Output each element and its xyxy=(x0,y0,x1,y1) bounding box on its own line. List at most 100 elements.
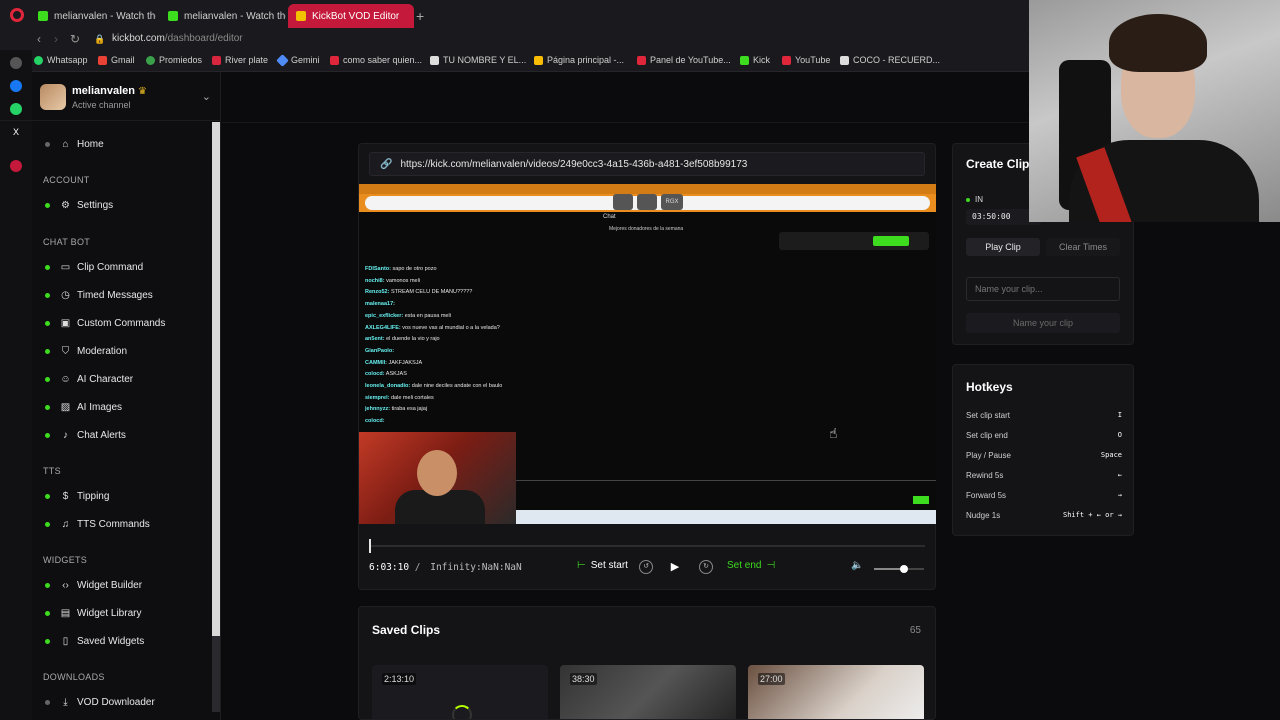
status-dot xyxy=(45,202,50,208)
bookmark-youtube[interactable]: YouTube xyxy=(782,55,830,65)
sidebar-item-ai-images[interactable]: ▨ AI Images xyxy=(45,398,122,416)
sidebar-item-widget-library[interactable]: ▤ Widget Library xyxy=(45,604,141,622)
sidebar-item-moderation[interactable]: ⛉ Moderation xyxy=(45,342,127,360)
bookmark-gemini[interactable]: Gemini xyxy=(276,53,320,67)
bookmark-gmail[interactable]: Gmail xyxy=(98,55,135,65)
bookmark-whatsapp[interactable]: Whatsapp xyxy=(34,55,88,65)
bookmark-promiedos[interactable]: Promiedos xyxy=(146,55,202,65)
browser-tab-2[interactable]: melianvalen - Watch the V xyxy=(160,4,286,28)
volume-slider[interactable] xyxy=(874,565,924,573)
chat-username: CAMMII: xyxy=(365,359,387,366)
bookmark-river-plate[interactable]: River plate xyxy=(212,55,268,65)
sidebar-item-chat-alerts[interactable]: ♪ Chat Alerts xyxy=(45,426,126,444)
reload-icon[interactable]: ↻ xyxy=(70,32,80,46)
clear-times-button[interactable]: Clear Times xyxy=(1046,238,1120,256)
timeline-playhead[interactable] xyxy=(369,539,371,553)
chat-username: FDISanto: xyxy=(365,266,391,272)
play-clip-button[interactable]: Play Clip xyxy=(966,238,1040,256)
video-chat-line: malenaa17: xyxy=(365,301,395,307)
x-icon[interactable]: X xyxy=(10,126,22,138)
sidebar-item-tipping[interactable]: $ Tipping xyxy=(45,487,109,505)
set-start-label: Set start xyxy=(590,560,628,571)
browser-tab-active[interactable]: KickBot VOD Editor xyxy=(288,4,414,28)
volume-knob[interactable] xyxy=(900,565,908,573)
kickbot-favicon-icon xyxy=(296,11,306,21)
name-clip-button[interactable]: Name your clip xyxy=(966,313,1120,333)
opera-sidebar: X xyxy=(0,50,32,720)
sidebar-item-widget-builder[interactable]: ‹› Widget Builder xyxy=(45,576,142,594)
video-chat-line: siemprel: dale meli cortales xyxy=(365,395,434,401)
status-dot xyxy=(966,197,970,202)
tiktok-icon xyxy=(840,55,849,65)
rewind-5s-icon[interactable]: ↺ xyxy=(639,560,653,574)
play-icon[interactable]: ▶ xyxy=(666,558,684,576)
video-chat-line: Renzo52: STREAM CELU DE MANU????? xyxy=(365,289,472,295)
channel-switcher[interactable]: melianvalen ♛ Active channel ⌄ xyxy=(40,84,215,114)
opera-logo-icon[interactable] xyxy=(10,8,24,22)
sidebar-item-settings[interactable]: ⚙ Settings xyxy=(45,196,113,214)
settings-icon[interactable] xyxy=(10,57,22,69)
clip-card[interactable]: 38:30 xyxy=(560,665,736,719)
status-dot xyxy=(45,493,50,499)
chat-username: AXLEG4LIFE: xyxy=(365,324,401,331)
clip-card[interactable]: 27:00 xyxy=(748,665,924,719)
clip-card[interactable]: 2:13:10 xyxy=(372,665,548,719)
scrollbar-thumb[interactable] xyxy=(212,122,220,636)
vod-url-text: https://kick.com/melianvalen/videos/249e… xyxy=(400,158,748,170)
browser-tab-1[interactable]: melianvalen - Watch the V xyxy=(30,4,156,28)
chevron-down-icon[interactable]: ⌄ xyxy=(202,90,211,103)
chat-message: vos nueve vas al mundial o a la velada? xyxy=(402,324,500,331)
loading-spinner-icon xyxy=(452,705,472,719)
sidebar-item-tts-commands[interactable]: ♫ TTS Commands xyxy=(45,515,150,533)
chat-username: GianPaolo: xyxy=(365,347,395,354)
chat-username: Renzo52: xyxy=(365,289,390,296)
sidebar-item-label: Home xyxy=(77,138,104,150)
river-plate-icon xyxy=(212,55,221,65)
sidebar-item-custom-commands[interactable]: ▣ Custom Commands xyxy=(45,314,165,332)
code-icon: ‹› xyxy=(62,579,69,591)
section-tts: TTS xyxy=(43,466,61,476)
sidebar-item-label: AI Character xyxy=(77,373,134,385)
url-path: /dashboard/editor xyxy=(164,33,243,44)
sidebar-item-saved-widgets[interactable]: ▯ Saved Widgets xyxy=(45,632,144,650)
vod-url-field[interactable]: 🔗 https://kick.com/melianvalen/videos/24… xyxy=(369,152,925,176)
whatsapp-icon[interactable] xyxy=(10,103,22,115)
bookmark-label: Whatsapp xyxy=(47,55,88,65)
sidebar-item-label: Clip Command xyxy=(77,261,144,273)
back-icon[interactable]: ‹ xyxy=(37,32,41,46)
forward-5s-icon[interactable]: ↻ xyxy=(699,560,713,574)
bookmark-label: Gemini xyxy=(291,55,320,65)
sidebar-item-label: Chat Alerts xyxy=(77,429,126,441)
bookmark-kick[interactable]: Kick xyxy=(740,55,770,65)
opera-sidebar-icon[interactable] xyxy=(10,160,22,172)
sidebar-item-label: Moderation xyxy=(77,345,128,357)
user-status: Active channel xyxy=(72,100,131,110)
timeline-track[interactable] xyxy=(369,539,925,553)
url-field[interactable]: kickbot.com/dashboard/editor xyxy=(112,33,243,44)
set-start-button[interactable]: ⊢ Set start xyxy=(577,560,628,571)
sidebar-item-timed-messages[interactable]: ◷ Timed Messages xyxy=(45,286,153,304)
video-webcam xyxy=(359,432,516,524)
clip-name-input[interactable] xyxy=(966,277,1120,301)
bookmark-youtube-1[interactable]: como saber quien... xyxy=(330,55,422,65)
tip-icon: $ xyxy=(62,490,69,502)
new-tab-icon[interactable]: + xyxy=(416,8,424,24)
sidebar-item-home[interactable]: ⌂ Home xyxy=(45,135,104,153)
forward-icon[interactable]: › xyxy=(54,32,58,46)
bookmark-youtube-panel[interactable]: Panel de YouTube... xyxy=(637,55,731,65)
video-frame[interactable]: RGX Chat Mejores donadores de la semana … xyxy=(359,184,936,524)
messenger-icon[interactable] xyxy=(10,80,22,92)
sidebar-item-clip-command[interactable]: ▭ Clip Command xyxy=(45,258,143,276)
chat-message: STREAM CELU DE MANU????? xyxy=(390,289,473,296)
video-chat-line: GianPaolo: xyxy=(365,348,394,354)
sidebar-item-vod-downloader[interactable]: ⤓ VOD Downloader xyxy=(45,693,155,711)
bookmark-coco[interactable]: COCO - RECUERD... xyxy=(840,55,940,65)
chat-username: jehnnyzz: xyxy=(365,406,391,413)
bookmark-tiktok[interactable]: TU NOMBRE Y EL... xyxy=(430,55,526,65)
time-separator: / xyxy=(409,562,427,573)
video-donors-label: Mejores donadores de la semana xyxy=(609,226,684,232)
bookmark-drive[interactable]: Página principal -... xyxy=(534,55,624,65)
sidebar-item-ai-character[interactable]: ☺ AI Character xyxy=(45,370,133,388)
set-end-button[interactable]: Set end ⊣ xyxy=(727,560,775,571)
volume-icon[interactable]: 🔈 xyxy=(851,560,863,571)
